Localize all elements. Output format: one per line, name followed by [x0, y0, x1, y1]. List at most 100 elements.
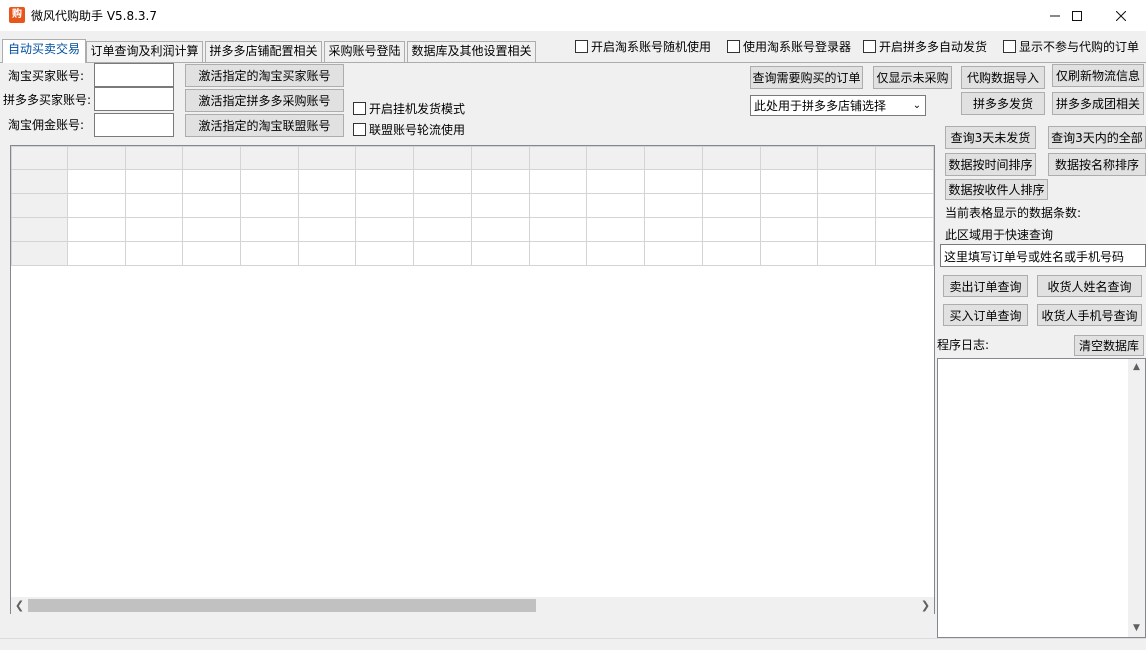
grid-cell[interactable] — [413, 169, 472, 194]
grid-cell[interactable] — [817, 169, 877, 194]
grid-cell[interactable] — [470, 193, 530, 218]
grid-cell[interactable] — [644, 193, 703, 218]
grid-header-cell[interactable] — [528, 146, 588, 170]
taobao-commission-input[interactable] — [94, 113, 174, 137]
grid-cell[interactable] — [297, 169, 357, 194]
checkbox-pdd-auto-ship[interactable]: 开启拼多多自动发货 — [863, 38, 987, 55]
checkbox-box[interactable] — [727, 40, 740, 53]
grid-cell[interactable] — [875, 193, 934, 218]
grid-header-cell[interactable] — [124, 146, 184, 170]
grid-cell[interactable] — [586, 193, 646, 218]
pdd-buyer-input[interactable] — [94, 87, 174, 111]
grid-cell[interactable] — [182, 241, 242, 266]
grid-header-cell[interactable] — [644, 146, 703, 170]
grid-cell[interactable] — [586, 169, 646, 194]
grid-hscrollbar[interactable]: ❮ ❯ — [11, 597, 934, 614]
tab-purchase-login[interactable]: 采购账号登陆 — [324, 41, 405, 62]
recipient-name-query-button[interactable]: 收货人姓名查询 — [1037, 275, 1142, 297]
scroll-down-icon[interactable]: ▼ — [1128, 620, 1145, 637]
import-data-button[interactable]: 代购数据导入 — [961, 66, 1045, 89]
grid-cell[interactable] — [297, 241, 357, 266]
grid-cell[interactable] — [240, 217, 299, 242]
query-orders-to-buy-button[interactable]: 查询需要购买的订单 — [750, 66, 863, 89]
checkbox-box[interactable] — [353, 123, 366, 136]
pdd-group-button[interactable]: 拼多多成团相关 — [1052, 92, 1144, 115]
tab-database-settings[interactable]: 数据库及其他设置相关 — [407, 41, 536, 62]
grid-cell[interactable] — [182, 169, 242, 194]
checkbox-box[interactable] — [863, 40, 876, 53]
grid-header-cell[interactable] — [817, 146, 877, 170]
grid-row-header[interactable] — [11, 241, 68, 266]
grid-cell[interactable] — [182, 217, 242, 242]
grid-cell[interactable] — [586, 217, 646, 242]
scroll-up-icon[interactable]: ▲ — [1128, 359, 1145, 376]
log-textarea[interactable]: ▲ ▼ — [937, 358, 1146, 638]
grid-cell[interactable] — [124, 217, 184, 242]
grid-cell[interactable] — [124, 193, 184, 218]
grid-cell[interactable] — [470, 241, 530, 266]
grid-cell[interactable] — [701, 193, 761, 218]
grid-cell[interactable] — [355, 241, 415, 266]
grid-cell[interactable] — [355, 193, 415, 218]
grid-row-header[interactable] — [11, 169, 68, 194]
grid-cell[interactable] — [240, 193, 299, 218]
grid-cell[interactable] — [644, 217, 703, 242]
recipient-phone-query-button[interactable]: 收货人手机号查询 — [1037, 304, 1142, 326]
grid-row-header[interactable] — [11, 217, 68, 242]
tab-pdd-store-config[interactable]: 拼多多店铺配置相关 — [205, 41, 322, 62]
pdd-ship-button[interactable]: 拼多多发货 — [961, 92, 1045, 115]
activate-pdd-buyer-button[interactable]: 激活指定拼多多采购账号 — [185, 89, 344, 112]
table-row[interactable] — [11, 241, 934, 266]
checkbox-taobao-login-tool[interactable]: 使用淘系账号登录器 — [727, 38, 851, 55]
grid-cell[interactable] — [66, 241, 126, 266]
grid-cell[interactable] — [470, 217, 530, 242]
checkbox-union-rotate[interactable]: 联盟账号轮流使用 — [353, 121, 465, 138]
grid-header-cell[interactable] — [875, 146, 934, 170]
checkbox-hangup-ship-mode[interactable]: 开启挂机发货模式 — [353, 100, 465, 117]
grid-cell[interactable] — [817, 241, 877, 266]
query-3days-unshipped-button[interactable]: 查询3天未发货 — [945, 126, 1036, 149]
grid-cell[interactable] — [413, 217, 472, 242]
sort-by-time-button[interactable]: 数据按时间排序 — [945, 153, 1036, 176]
scroll-right-icon[interactable]: ❯ — [917, 597, 934, 614]
grid-header-cell[interactable] — [355, 146, 415, 170]
log-scrollbar[interactable]: ▲ ▼ — [1128, 359, 1145, 637]
grid-cell[interactable] — [182, 193, 242, 218]
grid-cell[interactable] — [817, 193, 877, 218]
table-row[interactable] — [11, 217, 934, 242]
grid-header-cell[interactable] — [182, 146, 242, 170]
grid-cell[interactable] — [355, 217, 415, 242]
grid-cell[interactable] — [355, 169, 415, 194]
quick-query-input[interactable]: 这里填写订单号或姓名或手机号码 — [940, 244, 1146, 267]
grid-cell[interactable] — [66, 217, 126, 242]
scroll-thumb[interactable] — [28, 599, 536, 612]
show-unpurchased-button[interactable]: 仅显示未采购 — [873, 66, 952, 89]
sold-order-query-button[interactable]: 卖出订单查询 — [943, 275, 1028, 297]
grid-header-cell[interactable] — [240, 146, 299, 170]
grid-header-cell[interactable] — [297, 146, 357, 170]
grid-cell[interactable] — [528, 169, 588, 194]
refresh-logistics-button[interactable]: 仅刷新物流信息 — [1052, 64, 1144, 87]
grid-cell[interactable] — [701, 169, 761, 194]
close-icon[interactable] — [1098, 0, 1144, 31]
taobao-buyer-input[interactable] — [94, 63, 174, 87]
grid-cell[interactable] — [528, 193, 588, 218]
grid-cell[interactable] — [759, 241, 819, 266]
scroll-left-icon[interactable]: ❮ — [11, 597, 28, 614]
grid-cell[interactable] — [817, 217, 877, 242]
checkbox-taobao-random[interactable]: 开启淘系账号随机使用 — [575, 38, 711, 55]
table-row[interactable] — [11, 193, 934, 218]
clear-db-button[interactable]: 清空数据库 — [1074, 335, 1144, 356]
grid-cell[interactable] — [528, 217, 588, 242]
activate-taobao-buyer-button[interactable]: 激活指定的淘宝买家账号 — [185, 64, 344, 87]
checkbox-box[interactable] — [575, 40, 588, 53]
grid-header-cell[interactable] — [11, 146, 68, 170]
grid-cell[interactable] — [297, 193, 357, 218]
grid-cell[interactable] — [528, 241, 588, 266]
bought-order-query-button[interactable]: 买入订单查询 — [943, 304, 1028, 326]
grid-cell[interactable] — [644, 169, 703, 194]
grid-header-row[interactable] — [11, 146, 934, 170]
grid-header-cell[interactable] — [701, 146, 761, 170]
data-grid[interactable] — [10, 145, 935, 614]
grid-cell[interactable] — [240, 241, 299, 266]
